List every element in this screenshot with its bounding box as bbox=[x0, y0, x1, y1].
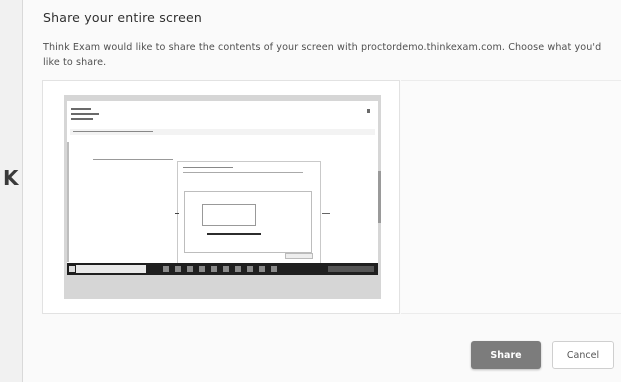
preview-header-line bbox=[71, 108, 91, 110]
thumbnail-desktop-preview bbox=[67, 101, 381, 271]
empty-source-area bbox=[401, 80, 621, 314]
preview-toolbar bbox=[70, 129, 375, 135]
taskbar-app-icon bbox=[235, 266, 241, 272]
preview-header-line bbox=[71, 118, 93, 120]
taskbar-app-icon bbox=[199, 266, 205, 272]
cancel-button[interactable]: Cancel bbox=[552, 341, 614, 369]
taskbar-app-icon bbox=[211, 266, 217, 272]
preview-left-edge bbox=[67, 142, 69, 262]
preview-system-tray bbox=[328, 266, 374, 272]
preview-taskbar bbox=[67, 263, 378, 275]
share-button[interactable]: Share bbox=[471, 341, 541, 369]
screen-thumbnail[interactable] bbox=[64, 95, 381, 299]
preview-inner-desc bbox=[183, 172, 303, 173]
preview-header-line bbox=[71, 113, 99, 115]
windows-start-icon bbox=[69, 266, 75, 272]
preview-inner-button bbox=[285, 253, 313, 259]
taskbar-app-icon bbox=[271, 266, 277, 272]
preview-inner-title bbox=[183, 167, 233, 168]
preview-close-mark bbox=[367, 109, 370, 113]
background-page-letter: K bbox=[3, 166, 19, 190]
preview-mini-bar bbox=[207, 233, 261, 235]
taskbar-app-icon bbox=[187, 266, 193, 272]
preview-text-line bbox=[93, 159, 173, 160]
taskbar-app-icon bbox=[247, 266, 253, 272]
preview-toolbar-text bbox=[73, 131, 153, 132]
preview-scrollbar bbox=[378, 171, 381, 223]
taskbar-app-icon bbox=[175, 266, 181, 272]
taskbar-app-icon bbox=[223, 266, 229, 272]
taskbar-app-icon bbox=[259, 266, 265, 272]
preview-text-mark bbox=[175, 213, 179, 214]
screen-share-dialog: Share your entire screen Think Exam woul… bbox=[22, 0, 621, 382]
dialog-description: Think Exam would like to share the conte… bbox=[43, 42, 602, 68]
preview-mini-window bbox=[202, 204, 256, 226]
dialog-title: Share your entire screen bbox=[43, 10, 202, 25]
taskbar-app-icon bbox=[163, 266, 169, 272]
preview-text-mark bbox=[322, 213, 330, 214]
screen-source-tile[interactable] bbox=[42, 80, 400, 314]
preview-taskbar-search bbox=[76, 265, 146, 273]
